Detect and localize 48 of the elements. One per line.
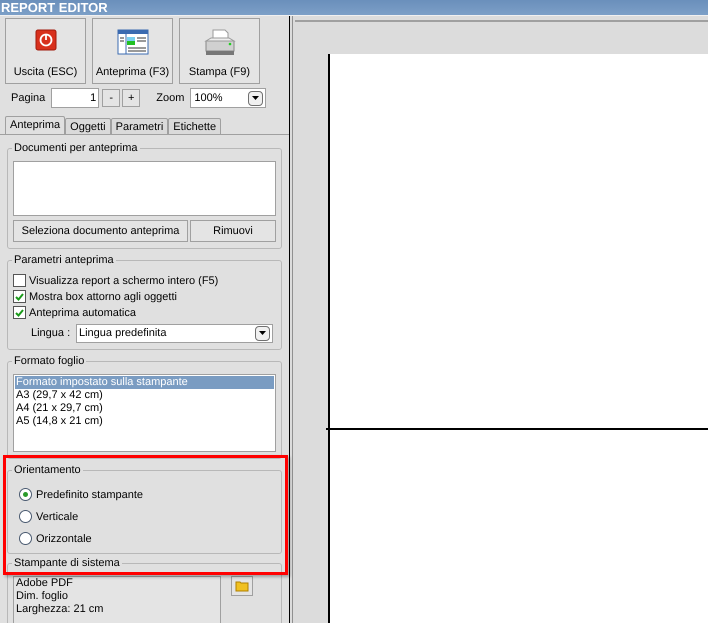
tab[interactable]: Etichette [168,118,222,134]
checkbox-label: Visualizza report a schermo intero (F5) [29,274,218,288]
group-title: Parametri anteprima [12,252,116,267]
zoom-label: Zoom [156,91,184,106]
language-label: Lingua : [31,326,72,341]
window-icon [116,29,148,55]
checkbox[interactable] [13,274,26,288]
dropdown-arrow-icon[interactable] [248,90,264,106]
page-label: Pagina [11,91,46,106]
radio-button[interactable] [19,532,32,546]
checkbox[interactable] [13,306,26,320]
tab[interactable]: Anteprima [5,116,66,134]
group-title: Formato foglio [12,354,86,368]
dropdown-arrow-icon[interactable] [255,326,270,341]
printer-info-line: Adobe PDF [16,576,74,590]
language-dropdown[interactable]: Lingua predefinita [76,324,273,343]
checkbox[interactable] [13,290,26,304]
page-plus-button[interactable]: + [122,89,140,108]
page-field[interactable]: 1 [51,88,100,108]
printer-icon [204,29,236,57]
group-title: Stampante di sistema [12,556,122,570]
radio-button[interactable] [19,488,32,502]
printer-info-line: Larghezza: 21 cm [16,602,104,616]
toolbar-button[interactable]: Uscita (ESC) [5,18,86,84]
toolbar-button[interactable]: Anteprima (F3) [92,18,173,84]
toolbar-button[interactable]: Stampa (F9) [179,18,260,84]
radio-label: Verticale [36,510,78,524]
printer-info-line: Dim. foglio [16,590,69,603]
title-bar: REPORT EDITOR [0,0,708,16]
list-item[interactable]: A5 (14,8 x 21 cm) [15,414,274,428]
folder-icon [235,580,249,592]
radio-label: Predefinito stampante [36,488,144,502]
list-item[interactable]: A4 (21 x 29,7 cm) [15,402,274,415]
page-minus-button[interactable]: - [102,89,120,108]
tab[interactable]: Parametri [110,118,168,134]
group-title: Documenti per anteprima [12,140,140,155]
power-icon [34,29,56,51]
documents-list[interactable] [13,160,276,216]
checkbox-label: Anteprima automatica [29,306,136,320]
select-document-button[interactable]: Seleziona documento anteprima [13,220,188,242]
radio-button[interactable] [19,510,32,524]
zoom-dropdown[interactable]: 100% [190,88,266,108]
checkbox-label: Mostra box attorno agli oggetti [29,290,177,304]
tab[interactable]: Oggetti [65,118,111,134]
list-item[interactable]: A3 (29,7 x 42 cm) [15,388,274,402]
radio-label: Orizzontale [36,532,92,546]
remove-button[interactable]: Rimuovi [190,220,276,242]
folder-button[interactable] [231,576,253,596]
